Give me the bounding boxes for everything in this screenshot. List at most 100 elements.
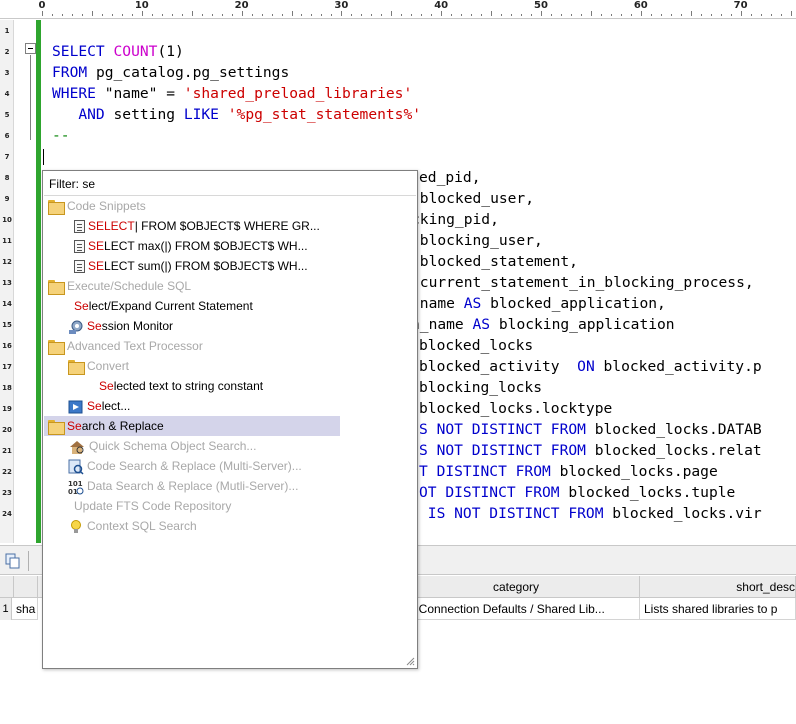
ruler-tick <box>261 14 263 16</box>
lightbulb-icon <box>71 519 81 533</box>
ruler-tick <box>411 14 413 16</box>
folder-icon <box>48 200 65 216</box>
code-line-24: IS NOT DISTINCT FROM blocked_locks.vir <box>419 503 762 524</box>
ruler-tick <box>680 14 682 16</box>
popup-item[interactable]: Update FTS Code Repository <box>74 496 231 516</box>
popup-item[interactable]: Code Snippets <box>48 196 146 216</box>
ruler-tick <box>251 14 253 16</box>
ruler-tick <box>670 14 672 16</box>
match-highlight: Se <box>87 319 102 333</box>
code-line-14: name AS blocked_application, <box>411 293 666 314</box>
copy-icon[interactable] <box>5 553 21 569</box>
popup-item-label: Update FTS Code Repository <box>74 499 232 513</box>
code-text: blocking_application <box>498 316 675 333</box>
code-line-22: T DISTINCT FROM blocked_locks.page <box>419 461 718 482</box>
popup-item-label: Quick Schema Object Search... <box>89 439 257 453</box>
popup-item[interactable]: Select... <box>68 396 130 416</box>
folder-icon <box>48 340 65 356</box>
ruler-tick <box>101 14 103 16</box>
ruler-tick <box>241 11 243 16</box>
ruler-tick <box>81 14 83 16</box>
line-number: 21 <box>2 447 12 455</box>
ruler-tick <box>281 14 283 16</box>
keyword-token: ON <box>577 358 604 375</box>
grid-corner <box>0 576 14 598</box>
popup-item[interactable]: Code Search & Replace (Multi-Server)... <box>68 456 302 476</box>
fold-guide <box>30 55 31 140</box>
ruler-tick <box>141 11 143 16</box>
popup-item[interactable]: Search & Replace <box>44 416 340 436</box>
ruler-tick <box>111 14 113 16</box>
code-line-9: blocked_user, <box>411 190 535 207</box>
line-number: 15 <box>2 321 12 329</box>
ruler-tick <box>171 14 173 16</box>
code-text: blocked_activity.p <box>603 358 762 375</box>
popup-item[interactable]: Advanced Text Processor <box>48 336 203 356</box>
ruler-tick <box>550 14 552 16</box>
ruler-tick <box>770 14 772 16</box>
ruler-tick <box>650 14 652 16</box>
line-number: 14 <box>2 300 12 308</box>
string-token: '%pg_stat_statements%' <box>227 106 422 123</box>
popup-item[interactable]: SELECT| FROM $OBJECT$ WHERE GR... <box>74 216 320 236</box>
column-header-name[interactable] <box>14 576 38 598</box>
popup-item[interactable]: Session Monitor <box>68 316 173 336</box>
select-icon <box>68 400 83 414</box>
popup-item[interactable]: Quick Schema Object Search... <box>68 436 256 456</box>
cell-short-desc[interactable]: Lists shared libraries to p <box>640 598 796 620</box>
code-line-2: SELECT COUNT(1) <box>52 41 184 62</box>
popup-item[interactable]: Select/Expand Current Statement <box>74 296 253 316</box>
snippet-icon <box>74 240 85 254</box>
ruler-tick <box>381 14 383 16</box>
popup-item[interactable]: Convert <box>68 356 129 376</box>
line-number: 8 <box>4 174 10 182</box>
folder-icon <box>48 420 65 436</box>
cell-category[interactable]: t Connection Defaults / Shared Lib... <box>408 598 640 620</box>
folder-icon <box>48 280 65 296</box>
keyword-token: WHERE <box>52 85 105 102</box>
line-number: 13 <box>2 279 12 287</box>
cell-name[interactable]: sha <box>12 598 38 620</box>
autocomplete-popup[interactable]: Filter: se Code Snippets SELECT| FROM $OB… <box>42 170 418 669</box>
line-number: 10 <box>2 216 12 224</box>
resize-grip-icon[interactable] <box>405 656 415 666</box>
ruler-tick <box>610 14 612 16</box>
ruler-tick <box>451 14 453 16</box>
snippet-icon <box>74 220 85 234</box>
ruler-tick <box>750 14 752 16</box>
popup-item[interactable]: SELECT max(|) FROM $OBJECT$ WH... <box>74 236 308 256</box>
keyword-token: AS <box>472 316 499 333</box>
popup-item[interactable]: SELECT sum(|) FROM $OBJECT$ WH... <box>74 256 308 276</box>
folder-icon <box>68 360 85 376</box>
ruler-tick <box>181 14 183 16</box>
line-number: 12 <box>2 258 12 266</box>
code-line-16: blocked_locks <box>419 337 534 354</box>
popup-item-label: Convert <box>87 359 130 373</box>
ruler-tick <box>710 14 712 16</box>
column-header-short-desc[interactable]: short_desc <box>640 576 796 598</box>
ruler-tick <box>560 14 562 16</box>
line-number: 1 <box>4 27 10 35</box>
ruler-tick <box>351 14 353 16</box>
popup-item[interactable]: 101 01 Data Search & Replace (Mutli-Server… <box>68 476 298 496</box>
ruler-tick <box>660 14 662 16</box>
line-number: 6 <box>4 132 10 140</box>
ruler-tick <box>131 14 133 16</box>
code-text: pg_catalog.pg_settings <box>95 64 290 81</box>
code-line-23: OT DISTINCT FROM blocked_locks.tuple <box>419 482 735 503</box>
svg-text:01: 01 <box>68 488 78 495</box>
popup-item[interactable]: Context SQL Search <box>68 516 197 536</box>
line-number: 23 <box>2 489 12 497</box>
code-line-11: blocking_user, <box>411 232 543 249</box>
popup-item-label: Context SQL Search <box>87 519 197 533</box>
popup-item-label: Code Search & Replace (Multi-Server)... <box>87 459 302 473</box>
popup-item[interactable]: Selected text to string constant <box>99 376 263 396</box>
popup-item[interactable]: Execute/Schedule SQL <box>48 276 191 296</box>
ruler-tick <box>740 11 742 16</box>
popup-item-label: Data Search & Replace (Mutli-Server)... <box>87 479 299 493</box>
ruler-tick <box>531 14 533 16</box>
fold-toggle-icon[interactable] <box>25 43 36 54</box>
code-search-icon <box>68 459 84 475</box>
ruler-tick <box>391 11 393 16</box>
line-number: 16 <box>2 342 12 350</box>
